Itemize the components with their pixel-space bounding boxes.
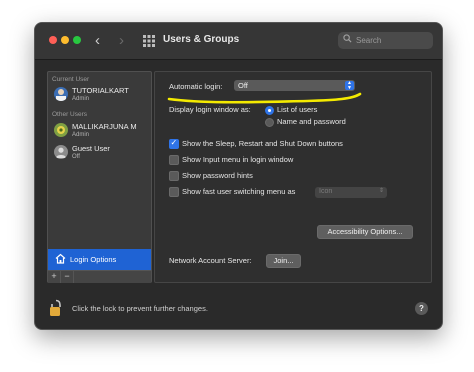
chevron-right-icon[interactable]: ›	[119, 32, 124, 49]
zoom-window-button[interactable]	[73, 36, 81, 44]
login-options-label: Login Options	[70, 255, 117, 264]
join-button[interactable]: Join...	[266, 254, 301, 268]
users-groups-window: ‹ › Users & Groups Search Current User T…	[34, 22, 443, 330]
automatic-login-label: Automatic login:	[169, 82, 223, 91]
close-window-button[interactable]	[49, 36, 57, 44]
checkbox-show-input-menu[interactable]	[169, 155, 179, 165]
login-options-item[interactable]: Login Options	[48, 249, 151, 270]
switching-menu-select[interactable]: Icon ⇕	[315, 187, 387, 198]
checkbox-show-password-hints[interactable]	[169, 171, 179, 181]
radio-name-and-password[interactable]	[265, 118, 274, 127]
lock-icon[interactable]	[49, 299, 63, 317]
show-all-grid-icon[interactable]	[143, 35, 155, 47]
user-role: Admin	[72, 132, 90, 138]
user-item-current[interactable]: TUTORIALKART Admin	[54, 86, 149, 108]
checkbox-fast-user-switching-label: Show fast user switching menu as	[182, 187, 296, 196]
radio-list-of-users[interactable]	[265, 106, 274, 115]
title-bar: ‹ › Users & Groups Search	[35, 23, 442, 60]
user-role: Off	[72, 154, 80, 160]
guest-avatar-icon	[54, 145, 68, 159]
checkbox-show-sleep-restart[interactable]	[169, 138, 179, 149]
user-avatar-icon	[54, 87, 68, 101]
switching-menu-value: Icon	[319, 188, 333, 195]
search-field[interactable]: Search	[338, 32, 433, 49]
current-user-role: Admin	[72, 96, 90, 102]
window-title: Users & Groups	[163, 34, 240, 45]
user-avatar-icon	[54, 123, 68, 137]
user-item-guest[interactable]: Guest User Off	[54, 144, 149, 166]
automatic-login-select[interactable]: Off ▲ ▼	[234, 80, 355, 91]
checkbox-fast-user-switching[interactable]	[169, 187, 179, 197]
network-server-label: Network Account Server:	[169, 256, 252, 265]
sidebar-toolbar: + −	[48, 270, 151, 283]
chevron-left-icon[interactable]: ‹	[95, 32, 100, 49]
checkbox-show-sleep-restart-label: Show the Sleep, Restart and Shut Down bu…	[182, 139, 343, 148]
other-users-heading: Other Users	[52, 111, 88, 118]
search-placeholder: Search	[356, 36, 382, 45]
minimize-window-button[interactable]	[61, 36, 69, 44]
display-login-label: Display login window as:	[169, 105, 251, 114]
radio-list-of-users-label: List of users	[277, 105, 318, 114]
updown-arrows-icon: ⇕	[378, 188, 384, 194]
login-options-panel: Automatic login: Off ▲ ▼ Display login wi…	[154, 71, 432, 283]
add-user-button[interactable]: +	[48, 271, 61, 283]
user-name: MALLIKARJUNA M	[72, 122, 137, 131]
radio-name-and-password-label: Name and password	[277, 117, 346, 126]
automatic-login-value: Off	[238, 81, 248, 90]
yellow-highlight-underline	[167, 92, 362, 104]
user-name: Guest User	[72, 144, 110, 153]
remove-user-button[interactable]: −	[61, 271, 74, 283]
lock-message: Click the lock to prevent further change…	[72, 304, 208, 313]
accessibility-options-button[interactable]: Accessibility Options...	[317, 225, 413, 239]
checkbox-show-input-menu-label: Show Input menu in login window	[182, 155, 294, 164]
checkbox-show-password-hints-label: Show password hints	[182, 171, 253, 180]
current-user-heading: Current User	[52, 76, 90, 83]
user-item-mallikarjuna[interactable]: MALLIKARJUNA M Admin	[54, 122, 149, 144]
help-button[interactable]: ?	[415, 302, 428, 315]
users-sidebar: Current User TUTORIALKART Admin Other Us…	[47, 71, 152, 283]
search-icon	[343, 34, 352, 43]
current-user-name: TUTORIALKART	[72, 86, 129, 95]
updown-arrows-icon: ▲ ▼	[345, 81, 354, 90]
house-icon	[55, 253, 66, 264]
